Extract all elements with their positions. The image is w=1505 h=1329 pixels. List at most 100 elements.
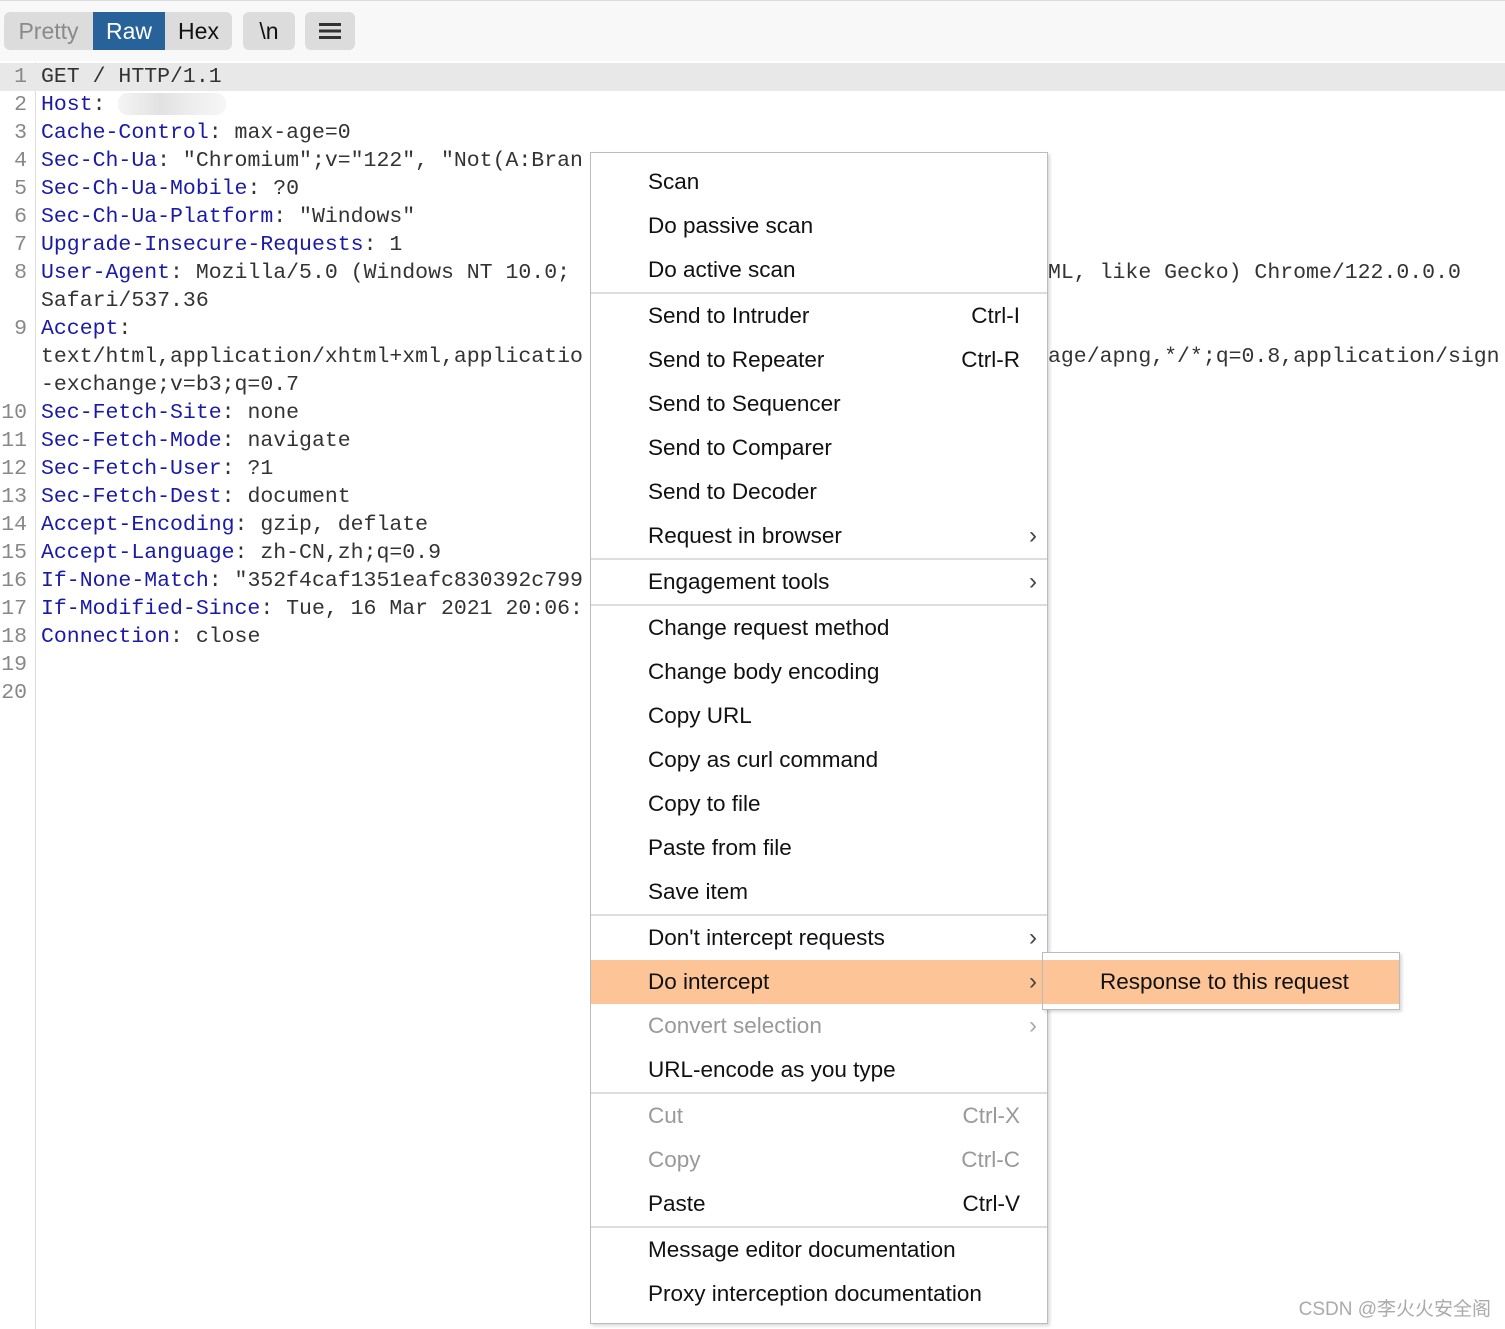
line-content[interactable]: Host:: [41, 91, 227, 119]
menu-item-do-passive-scan[interactable]: Do passive scan: [591, 204, 1047, 248]
header-name: Upgrade-Insecure-Requests: [41, 233, 364, 257]
header-value: : navigate: [221, 429, 351, 453]
line-number: 2: [14, 93, 27, 117]
line-number: 11: [1, 429, 27, 453]
line-content[interactable]: Upgrade-Insecure-Requests: 1: [41, 231, 402, 259]
line-number: 3: [14, 121, 27, 145]
header-name: Sec-Fetch-Site: [41, 401, 222, 425]
tab-hex[interactable]: Hex: [165, 12, 232, 50]
header-value: : ?1: [221, 457, 274, 481]
menu-item-do-active-scan[interactable]: Do active scan: [591, 248, 1047, 292]
line-content[interactable]: Accept-Encoding: gzip, deflate: [41, 511, 428, 539]
line-number: 6: [14, 205, 27, 229]
line-number: 20: [1, 681, 27, 705]
chevron-right-icon: ›: [1029, 568, 1037, 595]
line-number: 17: [1, 597, 27, 621]
tab-raw[interactable]: Raw: [93, 12, 165, 50]
menu-item-engagement-tools[interactable]: Engagement tools ›: [591, 560, 1047, 604]
menu-item-copy-to-file[interactable]: Copy to file: [591, 782, 1047, 826]
newline-toggle-label: \n: [259, 17, 279, 44]
line-number: 19: [1, 653, 27, 677]
menu-item-label: Send to Intruder: [648, 303, 810, 328]
menu-item-do-intercept[interactable]: Do intercept ›: [591, 960, 1047, 1004]
editor-line[interactable]: 1 GET / HTTP/1.1: [0, 63, 1505, 91]
view-mode-tabs: Pretty Raw Hex: [4, 12, 232, 50]
header-value: : "Chromium";v="122", "Not(A:Bran: [157, 149, 583, 173]
line-content[interactable]: Sec-Fetch-User: ?1: [41, 455, 273, 483]
menu-item-label: Do intercept: [648, 969, 770, 994]
menu-item-message-editor-documentation[interactable]: Message editor documentation: [591, 1228, 1047, 1272]
menu-item-cut: Cut Ctrl-X: [591, 1094, 1047, 1138]
editor-line[interactable]: 3 Cache-Control: max-age=0: [0, 119, 1505, 147]
menu-item-don-t-intercept-requests[interactable]: Don't intercept requests ›: [591, 916, 1047, 960]
header-value: : 1: [363, 233, 403, 257]
menu-item-paste-from-file[interactable]: Paste from file: [591, 826, 1047, 870]
menu-item-copy-as-curl-command[interactable]: Copy as curl command: [591, 738, 1047, 782]
menu-item-paste[interactable]: Paste Ctrl-V: [591, 1182, 1047, 1226]
menu-item-shortcut: Ctrl-I: [971, 303, 1020, 328]
header-name: Sec-Ch-Ua: [41, 149, 158, 173]
line-content[interactable]: Cache-Control: max-age=0: [41, 119, 351, 147]
tab-pretty[interactable]: Pretty: [4, 12, 93, 50]
header-name: Sec-Ch-Ua-Platform: [41, 205, 274, 229]
line-content[interactable]: Connection: close: [41, 623, 260, 651]
line-number: 10: [1, 401, 27, 425]
line-content[interactable]: If-Modified-Since: Tue, 16 Mar 2021 20:0…: [41, 595, 583, 623]
newline-toggle-button[interactable]: \n: [243, 12, 295, 50]
line-content[interactable]: Sec-Ch-Ua-Mobile: ?0: [41, 175, 299, 203]
menu-item-request-in-browser[interactable]: Request in browser ›: [591, 514, 1047, 558]
menu-item-label: Change request method: [648, 615, 890, 640]
line-content[interactable]: -exchange;v=b3;q=0.7: [41, 371, 299, 399]
line-content[interactable]: Sec-Fetch-Site: none: [41, 399, 299, 427]
header-value: : "352f4caf1351eafc830392c799: [208, 569, 583, 593]
menu-item-send-to-decoder[interactable]: Send to Decoder: [591, 470, 1047, 514]
line-number: 1: [14, 65, 27, 89]
menu-item-response-to-this-request[interactable]: Response to this request: [1043, 960, 1399, 1004]
line-content[interactable]: Sec-Ch-Ua-Platform: "Windows": [41, 203, 415, 231]
menu-item-shortcut: Ctrl-C: [961, 1147, 1020, 1172]
header-value: : gzip, deflate: [234, 513, 429, 537]
line-number: 9: [14, 317, 27, 341]
menu-item-send-to-repeater[interactable]: Send to Repeater Ctrl-R: [591, 338, 1047, 382]
menu-item-label: Proxy interception documentation: [648, 1281, 982, 1306]
menu-item-change-body-encoding[interactable]: Change body encoding: [591, 650, 1047, 694]
menu-item-save-item[interactable]: Save item: [591, 870, 1047, 914]
line-content[interactable]: Accept:: [41, 315, 131, 343]
header-value: GET / HTTP/1.1: [41, 65, 222, 89]
line-content[interactable]: If-None-Match: "352f4caf1351eafc830392c7…: [41, 567, 583, 595]
menu-item-change-request-method[interactable]: Change request method: [591, 606, 1047, 650]
line-content-overflow: age/apng,*/*;q=0.8,application/sign: [1048, 345, 1500, 369]
menu-item-copy-url[interactable]: Copy URL: [591, 694, 1047, 738]
options-menu-button[interactable]: [305, 12, 355, 50]
line-content[interactable]: text/html,application/xhtml+xml,applicat…: [41, 343, 583, 371]
line-content[interactable]: Sec-Fetch-Dest: document: [41, 483, 351, 511]
menu-item-shortcut: Ctrl-R: [961, 347, 1020, 372]
menu-item-label: URL-encode as you type: [648, 1057, 896, 1082]
menu-item-shortcut: Ctrl-X: [962, 1103, 1021, 1128]
line-content[interactable]: Sec-Fetch-Mode: navigate: [41, 427, 351, 455]
menu-item-send-to-sequencer[interactable]: Send to Sequencer: [591, 382, 1047, 426]
menu-item-label: Copy URL: [648, 703, 752, 728]
line-content[interactable]: Accept-Language: zh-CN,zh;q=0.9: [41, 539, 441, 567]
menu-item-send-to-comparer[interactable]: Send to Comparer: [591, 426, 1047, 470]
header-value: : zh-CN,zh;q=0.9: [234, 541, 441, 565]
menu-item-label: Don't intercept requests: [648, 925, 885, 950]
menu-item-label: Send to Sequencer: [648, 391, 841, 416]
line-content[interactable]: Sec-Ch-Ua: "Chromium";v="122", "Not(A:Br…: [41, 147, 583, 175]
redacted-host: [118, 93, 227, 116]
menu-item-label: Response to this request: [1100, 969, 1349, 994]
line-content[interactable]: User-Agent: Mozilla/5.0 (Windows NT 10.0…: [41, 259, 570, 287]
line-content[interactable]: Safari/537.36: [41, 287, 209, 315]
line-content[interactable]: GET / HTTP/1.1: [41, 63, 222, 91]
menu-item-label: Engagement tools: [648, 569, 830, 594]
header-value: : close: [170, 625, 261, 649]
menu-item-label: Send to Decoder: [648, 479, 817, 504]
context-menu: Scan Do passive scan Do active scan Send to…: [590, 152, 1048, 1324]
header-name: Host: [41, 93, 93, 117]
menu-item-send-to-intruder[interactable]: Send to Intruder Ctrl-I: [591, 294, 1047, 338]
editor-line[interactable]: 2 Host:: [0, 91, 1505, 119]
menu-item-url-encode-as-you-type[interactable]: URL-encode as you type: [591, 1048, 1047, 1092]
header-value: :: [118, 317, 132, 341]
menu-item-proxy-interception-documentation[interactable]: Proxy interception documentation: [591, 1272, 1047, 1316]
menu-item-scan[interactable]: Scan: [591, 160, 1047, 204]
